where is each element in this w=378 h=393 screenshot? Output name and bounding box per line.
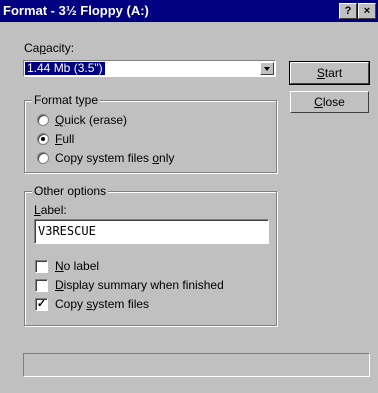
no-label-label[interactable]: No label (55, 259, 99, 273)
full-label[interactable]: Full (55, 132, 74, 146)
capacity-selected-value: 1.44 Mb (3.5") (24, 61, 106, 76)
copy-system-files-checkbox[interactable]: ✓ (35, 298, 48, 311)
no-label-checkbox[interactable] (35, 260, 48, 273)
start-button[interactable]: Start (289, 61, 370, 85)
quick-erase-radio[interactable] (37, 114, 49, 126)
checkmark-icon: ✓ (36, 298, 47, 310)
copy-system-files-only-label[interactable]: Copy system files only (55, 151, 174, 165)
display-summary-label[interactable]: Display summary when finished (55, 278, 224, 292)
capacity-label: Capacity: (24, 41, 75, 55)
volume-label-input[interactable]: V3RESCUE (34, 219, 269, 244)
help-button[interactable]: ? (339, 3, 357, 19)
quick-erase-label[interactable]: Quick (erase) (55, 113, 127, 127)
title-bar[interactable]: Format - 3½ Floppy (A:) ? × (0, 0, 378, 22)
copy-system-files-only-radio[interactable] (37, 152, 49, 164)
copy-system-files-label[interactable]: Copy system files (55, 297, 149, 311)
format-type-title: Format type (32, 93, 101, 107)
chevron-down-icon[interactable] (260, 62, 274, 75)
capacity-select[interactable]: 1.44 Mb (3.5") (23, 60, 276, 77)
close-button[interactable]: Close (290, 91, 369, 113)
format-dialog: Format - 3½ Floppy (A:) ? × Capacity: 1.… (0, 0, 378, 393)
progress-bar (23, 353, 370, 377)
label-field-caption: Label: (34, 203, 67, 217)
close-window-button[interactable]: × (358, 3, 376, 19)
display-summary-checkbox[interactable] (35, 279, 48, 292)
other-options-title: Other options (32, 184, 109, 198)
full-radio[interactable] (37, 133, 49, 145)
window-title: Format - 3½ Floppy (A:) (3, 3, 149, 18)
